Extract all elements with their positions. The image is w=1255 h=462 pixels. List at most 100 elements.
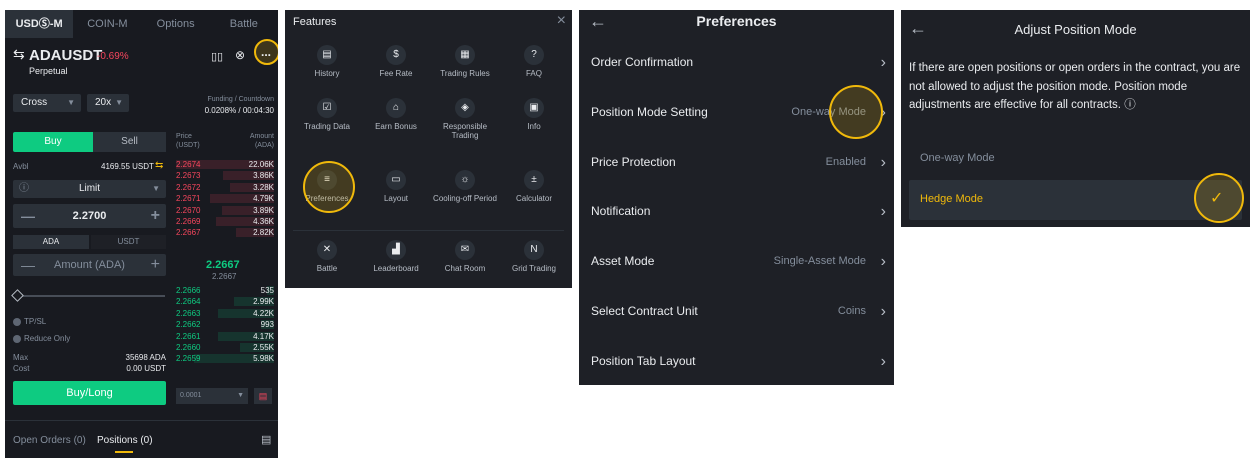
margin-mode-value: Cross	[21, 97, 48, 108]
feature-fee-rate[interactable]: $ Fee Rate	[362, 45, 430, 78]
feature-info[interactable]: ▣ Info	[500, 98, 568, 131]
orderbook-row[interactable]: 2.2663 4.22K	[176, 308, 274, 319]
minus-icon[interactable]: —	[21, 254, 35, 276]
orderbook-layout-icon[interactable]: ▤	[254, 388, 272, 404]
orderbook-row[interactable]: 2.2669 4.36K	[176, 216, 274, 227]
feature-grid-trading[interactable]: N Grid Trading	[500, 240, 568, 273]
adjust-position-mode-panel: ← Adjust Position Mode If there are open…	[901, 10, 1250, 227]
orderbook-price: 2.2666	[176, 286, 201, 295]
orderbook-row[interactable]: 2.2672 3.28K	[176, 182, 274, 193]
transfer-icon[interactable]: ⇆	[155, 160, 163, 171]
orderbook-price: 2.2660	[176, 342, 201, 352]
tab-options[interactable]: Options	[142, 10, 210, 38]
pref-row-order-confirmation[interactable]: Order Confirmation ›	[579, 38, 894, 87]
orderbook-row[interactable]: 2.2671 4.79K	[176, 193, 274, 204]
chevron-down-icon: ▼	[152, 184, 160, 193]
pref-row-asset-mode[interactable]: Asset Mode Single-Asset Mode ›	[579, 237, 894, 286]
pref-row-notification[interactable]: Notification ›	[579, 187, 894, 236]
fee-rate-icon: $	[386, 45, 406, 65]
orderbook-price: 2.2669	[176, 216, 201, 226]
candle-chart-icon[interactable]: ▯▯	[211, 50, 223, 63]
orderbook-row[interactable]: 2.2664 2.99K	[176, 296, 274, 307]
open-orders-tab[interactable]: Open Orders (0)	[13, 435, 86, 446]
sell-tab[interactable]: Sell	[93, 132, 166, 152]
market-tabs: USDⓈ-M COIN-M Options Battle	[5, 10, 278, 38]
feature-chat-room[interactable]: ✉ Chat Room	[431, 240, 499, 273]
feature-faq[interactable]: ? FAQ	[500, 45, 568, 78]
trading-data-icon: ☑	[317, 98, 337, 118]
swap-pair-icon[interactable]: ⇆	[13, 46, 25, 63]
feature-calculator[interactable]: ± Calculator	[500, 170, 568, 203]
more-icon[interactable]: ...	[261, 45, 271, 59]
close-icon[interactable]: ×	[557, 12, 566, 30]
amount-input[interactable]: — Amount (ADA) +	[13, 254, 166, 276]
unit-usdt-toggle[interactable]: USDT	[91, 235, 166, 249]
pref-row-price-protection[interactable]: Price Protection Enabled ›	[579, 138, 894, 187]
pref-row-select-contract-unit[interactable]: Select Contract Unit Coins ›	[579, 287, 894, 336]
feature-cooling-off-period[interactable]: ☼ Cooling-off Period	[431, 170, 499, 203]
info-icon[interactable]: ⓘ	[1124, 99, 1136, 111]
tab-battle[interactable]: Battle	[210, 10, 278, 38]
orderbook-amount: 3.89K	[253, 205, 274, 215]
plus-icon[interactable]: +	[151, 254, 160, 276]
minus-icon[interactable]: —	[21, 204, 35, 228]
orderbook-row[interactable]: 2.2673 3.86K	[176, 170, 274, 181]
amount-slider[interactable]	[17, 295, 165, 297]
info-icon: ▣	[524, 98, 544, 118]
orderbook-amount: 2.99K	[253, 297, 274, 307]
divider	[5, 420, 278, 421]
leverage-select[interactable]: 20x ▼	[87, 94, 129, 112]
history-icon: ▤	[317, 45, 337, 65]
buy-long-button[interactable]: Buy/Long	[13, 381, 166, 405]
checkbox-icon	[13, 334, 21, 343]
buy-tab[interactable]: Buy	[13, 132, 93, 152]
feature-battle[interactable]: ✕ Battle	[293, 240, 361, 273]
orderbook-row[interactable]: 2.2660 2.55K	[176, 342, 274, 353]
tab-coin-m[interactable]: COIN-M	[73, 10, 141, 38]
tpsl-checkbox[interactable]: TP/SL	[13, 317, 46, 326]
feature-responsible-trading[interactable]: ◈ Responsible Trading	[431, 98, 499, 140]
feature-history[interactable]: ▤ History	[293, 45, 361, 78]
order-type-select[interactable]: ⓘ Limit ▼	[13, 180, 166, 198]
plus-icon[interactable]: +	[151, 204, 160, 228]
mark-price: 2.2667	[212, 272, 237, 281]
feature-trading-rules[interactable]: ▦ Trading Rules	[431, 45, 499, 78]
positions-tab[interactable]: Positions (0)	[97, 435, 153, 446]
orderbook-row[interactable]: 2.2670 3.89K	[176, 205, 274, 216]
layout-icon: ▭	[386, 170, 406, 190]
feature-trading-data[interactable]: ☑ Trading Data	[293, 98, 361, 131]
feature-earn-bonus[interactable]: ⌂ Earn Bonus	[362, 98, 430, 131]
margin-mode-select[interactable]: Cross ▼	[13, 94, 81, 112]
pref-row-position-tab-layout[interactable]: Position Tab Layout ›	[579, 337, 894, 385]
feature-leaderboard[interactable]: ▟ Leaderboard	[362, 240, 430, 273]
orderbook-row[interactable]: 2.2662 993	[176, 319, 274, 330]
orderbook-row[interactable]: 2.2667 2.82K	[176, 227, 274, 238]
orderbook-amount: 22.06K	[248, 160, 274, 169]
symbol-name[interactable]: ADAUSDT	[29, 47, 102, 64]
grid-trading-icon: N	[524, 240, 544, 260]
orderbook-row[interactable]: 2.2674 22.06K	[176, 159, 274, 170]
option-hedge-row[interactable]: Hedge Mode	[909, 180, 1242, 220]
tab-usds-m[interactable]: USDⓈ-M	[5, 10, 74, 38]
feature-label: Grid Trading	[511, 264, 557, 273]
unit-ada-toggle[interactable]: ADA	[13, 235, 89, 249]
orderbook-row[interactable]: 2.2661 4.17K	[176, 331, 274, 342]
orderbook-row[interactable]: 2.2666 535	[176, 285, 274, 296]
leaderboard-icon: ▟	[386, 240, 406, 260]
page-title: Adjust Position Mode	[1014, 22, 1137, 37]
calculator-icon[interactable]: ⊗	[235, 48, 245, 62]
reduce-only-checkbox[interactable]: Reduce Only	[13, 334, 70, 343]
slider-handle[interactable]	[11, 289, 24, 302]
orderbook-amount: 993	[260, 320, 274, 330]
orderbook-price: 2.2663	[176, 308, 201, 318]
orderbook-amount: 4.36K	[253, 216, 274, 226]
price-input[interactable]: — 2.2700 +	[13, 204, 166, 228]
orderbook-row[interactable]: 2.2659 5.98K	[176, 353, 274, 364]
feature-layout[interactable]: ▭ Layout	[362, 170, 430, 203]
funding-label: Funding / Countdown	[207, 96, 274, 103]
tap-highlight	[303, 161, 355, 213]
battle-icon: ✕	[317, 240, 337, 260]
document-icon[interactable]: ▤	[261, 433, 271, 446]
option-one-way[interactable]: One-way Mode	[920, 152, 995, 164]
precision-select[interactable]: 0.0001 ▼	[176, 388, 248, 404]
